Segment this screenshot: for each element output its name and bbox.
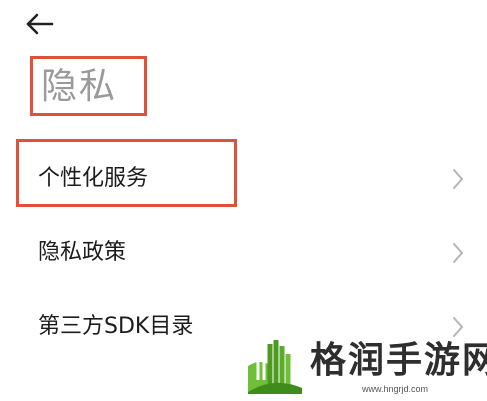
watermark-logo-icon — [248, 340, 302, 394]
watermark-text: 格润手游网 — [310, 340, 487, 381]
menu-item-label: 隐私政策 — [38, 240, 127, 265]
menu-item-privacy-policy[interactable]: 隐私政策 — [0, 224, 487, 284]
chevron-right-icon — [453, 169, 463, 189]
menu-item-label: 第三方SDK目录 — [38, 314, 194, 339]
watermark: 格润手游网 www.hngrjd.com — [244, 336, 487, 398]
title-highlight-box: 隐私 — [30, 56, 147, 116]
page-title: 隐私 — [41, 66, 118, 107]
arrow-left-icon — [26, 13, 54, 35]
menu-item-personalized-service[interactable]: 个性化服务 — [0, 150, 487, 210]
back-button[interactable] — [22, 8, 58, 40]
watermark-url: www.hngrjd.com — [362, 384, 429, 394]
chevron-right-icon — [453, 243, 463, 263]
menu-item-label: 个性化服务 — [38, 166, 149, 191]
